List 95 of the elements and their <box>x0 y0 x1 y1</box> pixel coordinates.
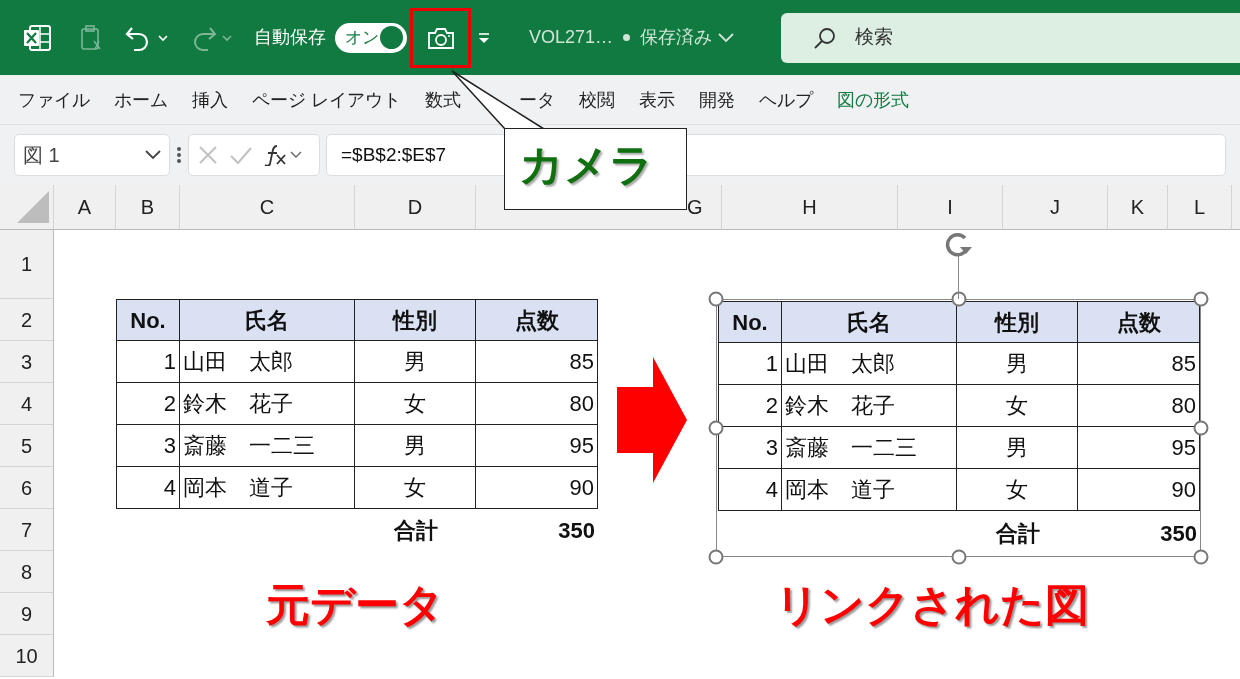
table-cell: 4 <box>116 467 180 509</box>
insert-function-button[interactable] <box>263 144 302 166</box>
search-icon <box>813 25 837 50</box>
chevron-icon <box>718 32 735 43</box>
table-cell: 女 <box>957 469 1078 511</box>
row-header[interactable]: 10 <box>0 635 54 677</box>
resize-handle[interactable] <box>1193 549 1209 565</box>
row-header[interactable]: 5 <box>0 425 54 467</box>
table-cell: 山田 太郎 <box>782 343 957 385</box>
chevron-icon <box>145 150 161 160</box>
table-cell: 岡本 道子 <box>180 467 355 509</box>
table-header-cell: 氏名 <box>180 299 355 341</box>
table-cell: 山田 太郎 <box>180 341 355 383</box>
table-cell: 女 <box>957 385 1078 427</box>
table-header-cell: No. <box>116 299 180 341</box>
column-header[interactable]: G <box>687 185 722 230</box>
total-label: 合計 <box>994 519 1041 548</box>
table-cell: 男 <box>355 341 476 383</box>
row-header[interactable]: 6 <box>0 467 54 509</box>
table-cell: 85 <box>476 341 598 383</box>
total-value: 350 <box>1159 519 1198 548</box>
spreadsheet-app-icon[interactable] <box>22 22 52 53</box>
row-header[interactable]: 3 <box>0 341 54 383</box>
resize-handle[interactable] <box>1193 291 1209 307</box>
ribbon-tab[interactable]: 表示 <box>639 87 675 112</box>
search-box[interactable]: 検索 <box>781 12 1240 63</box>
file-name: VOL271… <box>529 26 614 49</box>
ribbon-tab[interactable]: 開発 <box>699 87 735 112</box>
more-options-icon[interactable] <box>176 146 182 164</box>
camera-icon <box>426 25 455 50</box>
table-header-cell: 点数 <box>476 299 598 341</box>
table-header-cell: 性別 <box>355 299 476 341</box>
table-cell: 80 <box>476 383 598 425</box>
resize-handle[interactable] <box>708 549 724 565</box>
table-cell: 95 <box>476 425 598 467</box>
table-cell: 男 <box>957 343 1078 385</box>
table-header-cell: 性別 <box>957 301 1078 343</box>
autosave-toggle[interactable]: オン <box>335 22 407 53</box>
table-cell: 90 <box>476 467 598 509</box>
ribbon-tab[interactable]: 挿入 <box>192 87 228 112</box>
close-icon <box>197 144 219 166</box>
resize-handle[interactable] <box>708 291 724 307</box>
ribbon-tab[interactable]: ータ <box>519 87 555 112</box>
table-cell: 1 <box>718 343 782 385</box>
ribbon-tab[interactable]: 校閲 <box>579 87 615 112</box>
total-value: 350 <box>557 516 596 545</box>
row-header[interactable]: 7 <box>0 509 54 551</box>
row-header[interactable]: 9 <box>0 593 54 635</box>
chevron-icon <box>290 151 302 159</box>
caret-icon <box>222 33 232 42</box>
caption: 元データ <box>266 583 444 627</box>
table-cell: 85 <box>1078 343 1200 385</box>
ribbon-tab[interactable]: ヘルプ <box>759 87 813 112</box>
row-header[interactable]: 1 <box>0 230 54 299</box>
total-label: 合計 <box>392 516 439 545</box>
table-cell: 鈴木 花子 <box>180 383 355 425</box>
table-header-cell: 氏名 <box>782 301 957 343</box>
camera-button[interactable] <box>410 7 471 68</box>
row-header[interactable]: 4 <box>0 383 54 425</box>
table-cell: 2 <box>116 383 180 425</box>
name-box[interactable]: 図 1 <box>14 134 170 176</box>
table-cell: 男 <box>355 425 476 467</box>
linked-picture-frame[interactable]: No. 氏名 性別 点数 1 山田 太郎 男 85 2 鈴木 花子 女 80 3 斎藤 一二三 男 95 4 岡本 道子 女 90 合計 350 <box>716 299 1201 557</box>
table-header-cell: 点数 <box>1078 301 1200 343</box>
resize-handle[interactable] <box>951 549 966 565</box>
row-header[interactable]: 2 <box>0 299 54 341</box>
table-cell: 男 <box>957 427 1078 469</box>
caret-icon <box>158 33 168 42</box>
ribbon-tab[interactable]: 数式 <box>425 87 461 112</box>
table-cell: 女 <box>355 383 476 425</box>
resize-handle[interactable] <box>1193 420 1209 436</box>
ribbon-tab[interactable]: ページ レイアウト <box>252 87 401 112</box>
ribbon-tab[interactable]: ファイル <box>18 87 90 112</box>
autosave-label: 自動保存 <box>254 26 326 49</box>
table-cell: 鈴木 花子 <box>782 385 957 427</box>
separator-dot <box>623 34 631 41</box>
table-cell: 4 <box>718 469 782 511</box>
save-status-button[interactable]: 保存済み <box>640 24 735 51</box>
search-field[interactable]: 検索 <box>853 22 1153 53</box>
function-icon <box>263 144 287 166</box>
caret-icon <box>477 32 491 45</box>
table-cell: 斎藤 一二三 <box>782 427 957 469</box>
resize-handle[interactable] <box>951 291 966 307</box>
resize-handle[interactable] <box>708 420 724 436</box>
caption: リンクされた図 <box>775 583 1089 627</box>
table-cell: 1 <box>116 341 180 383</box>
table-header-cell: No. <box>718 301 782 343</box>
table-cell: 斎藤 一二三 <box>180 425 355 467</box>
table-cell: 90 <box>1078 469 1200 511</box>
ribbon-tab[interactable]: ホーム <box>114 87 168 112</box>
ribbon-tab[interactable]: 図の形式 <box>837 87 909 112</box>
table-cell: 3 <box>116 425 180 467</box>
table-cell: 女 <box>355 467 476 509</box>
row-header[interactable]: 8 <box>0 551 54 593</box>
table-cell: 岡本 道子 <box>782 469 957 511</box>
